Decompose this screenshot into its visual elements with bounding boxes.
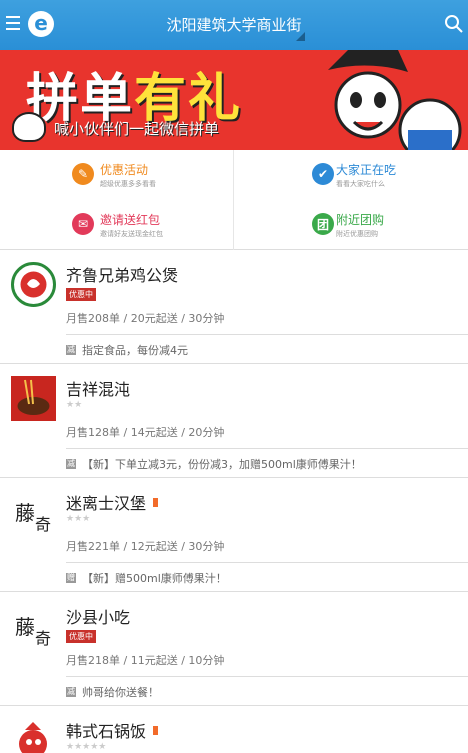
feature-title: 附近团购: [336, 213, 385, 227]
discount-icon: 减: [66, 345, 76, 355]
banner-subtitle: 喊小伙伴们一起微信拼单: [54, 120, 220, 138]
restaurant-item[interactable]: 藤 奇 迷离士汉堡 ★★★ 月售221单 / 12元起送 / 30分钟 赠 【新…: [0, 478, 468, 592]
location-dropdown-icon[interactable]: [296, 32, 305, 41]
feature-popular[interactable]: ✔ 大家正在吃 看看大家吃什么: [234, 150, 468, 200]
feature-subtitle: 超级优惠多多看看: [100, 180, 156, 188]
activity-text: 帅哥给你送餐！: [82, 686, 159, 699]
group-buy-icon: 团: [312, 213, 334, 235]
svg-text:奇: 奇: [35, 515, 51, 534]
restaurant-meta: 月售208单 / 20元起送 / 30分钟: [66, 312, 225, 325]
restaurant-logo: [11, 376, 56, 421]
discount-icon: 减: [66, 459, 76, 469]
divider: [66, 334, 468, 335]
top-bar: e 沈阳建筑大学商业街: [0, 0, 468, 50]
promo-badge: 优惠中: [66, 288, 96, 301]
feature-subtitle: 看看大家吃什么: [336, 180, 385, 188]
bookmark-icon: [153, 497, 159, 507]
restaurant-meta: 月售221单 / 12元起送 / 30分钟: [66, 540, 225, 553]
restaurant-logo: 藤 奇: [11, 604, 56, 649]
restaurant-activity: 减 【新】下单立减3元，份份减3，加赠500ml康师傅果汁！: [66, 456, 362, 472]
activity-text: 【新】赠500ml康师傅果汁！: [82, 572, 227, 585]
thumbs-up-icon: ✔: [312, 163, 334, 185]
restaurant-activity: 减 指定食品，每份减4元: [66, 342, 188, 358]
divider: [66, 448, 468, 449]
svg-text:藤: 藤: [15, 615, 35, 639]
activity-text: 指定食品，每份减4元: [82, 344, 188, 357]
mascot-image: [12, 112, 46, 142]
activity-text: 【新】下单立减3元，份份减3，加赠500ml康师傅果汁！: [82, 458, 362, 471]
restaurant-logo: [11, 262, 56, 307]
feature-title: 优惠活动: [100, 163, 149, 177]
feature-title: 大家正在吃: [336, 163, 397, 177]
restaurant-item[interactable]: 吉祥混沌 ★★ 月售128单 / 14元起送 / 20分钟 减 【新】下单立减3…: [0, 364, 468, 478]
restaurant-name: 沙县小吃: [66, 608, 131, 627]
restaurant-meta: 月售218单 / 11元起送 / 10分钟: [66, 654, 225, 667]
restaurant-item[interactable]: 韩式石锅饭 ★★★★★: [0, 706, 468, 753]
restaurant-logo: [11, 718, 56, 753]
feature-group-buy[interactable]: 团 附近团购 附近优惠团购: [234, 200, 468, 250]
discount-icon: 减: [66, 687, 76, 697]
restaurant-meta: 月售128单 / 14元起送 / 20分钟: [66, 426, 225, 439]
feature-subtitle: 附近优惠团购: [336, 230, 378, 238]
restaurant-name: 吉祥混沌: [66, 380, 131, 399]
tag-icon: ✎: [72, 163, 94, 185]
rating-stars: ★★★★★: [66, 742, 107, 752]
restaurant-name: 齐鲁兄弟鸡公煲: [66, 266, 179, 285]
svg-text:奇: 奇: [35, 629, 51, 648]
feature-promotions[interactable]: ✎ 优惠活动 超级优惠多多看看: [0, 150, 234, 200]
location-title[interactable]: 沈阳建筑大学商业街: [0, 14, 468, 35]
feature-subtitle: 邀请好友送现金红包: [100, 230, 163, 238]
restaurant-name: 韩式石锅饭: [66, 718, 159, 742]
divider: [66, 676, 468, 677]
search-icon[interactable]: [444, 14, 464, 34]
feature-grid: ✎ 优惠活动 超级优惠多多看看 ✔ 大家正在吃 看看大家吃什么 ✉ 邀请送红包 …: [0, 150, 468, 250]
restaurant-logo: 藤 奇: [11, 490, 56, 535]
svg-text:藤: 藤: [15, 501, 35, 525]
bookmark-icon: [153, 725, 159, 735]
red-envelope-icon: ✉: [72, 213, 94, 235]
feature-invite[interactable]: ✉ 邀请送红包 邀请好友送现金红包: [0, 200, 234, 250]
restaurant-item[interactable]: 藤 奇 沙县小吃 优惠中 月售218单 / 11元起送 / 10分钟 减 帅哥给…: [0, 592, 468, 706]
restaurant-activity: 减 帅哥给你送餐！: [66, 684, 159, 700]
rating-stars: ★★: [66, 400, 83, 410]
feature-title: 邀请送红包: [100, 213, 161, 227]
rating-stars: ★★★: [66, 514, 91, 524]
promo-badge: 优惠中: [66, 630, 96, 643]
divider: [66, 562, 468, 563]
gift-icon: 赠: [66, 573, 76, 583]
promo-banner[interactable]: 拼单有礼 喊小伙伴们一起微信拼单: [0, 50, 468, 150]
restaurant-name: 迷离士汉堡: [66, 490, 159, 514]
restaurant-activity: 赠 【新】赠500ml康师傅果汁！: [66, 570, 227, 586]
restaurant-item[interactable]: 齐鲁兄弟鸡公煲 优惠中 月售208单 / 20元起送 / 30分钟 减 指定食品…: [0, 250, 468, 364]
banner-illustration: [328, 50, 462, 150]
